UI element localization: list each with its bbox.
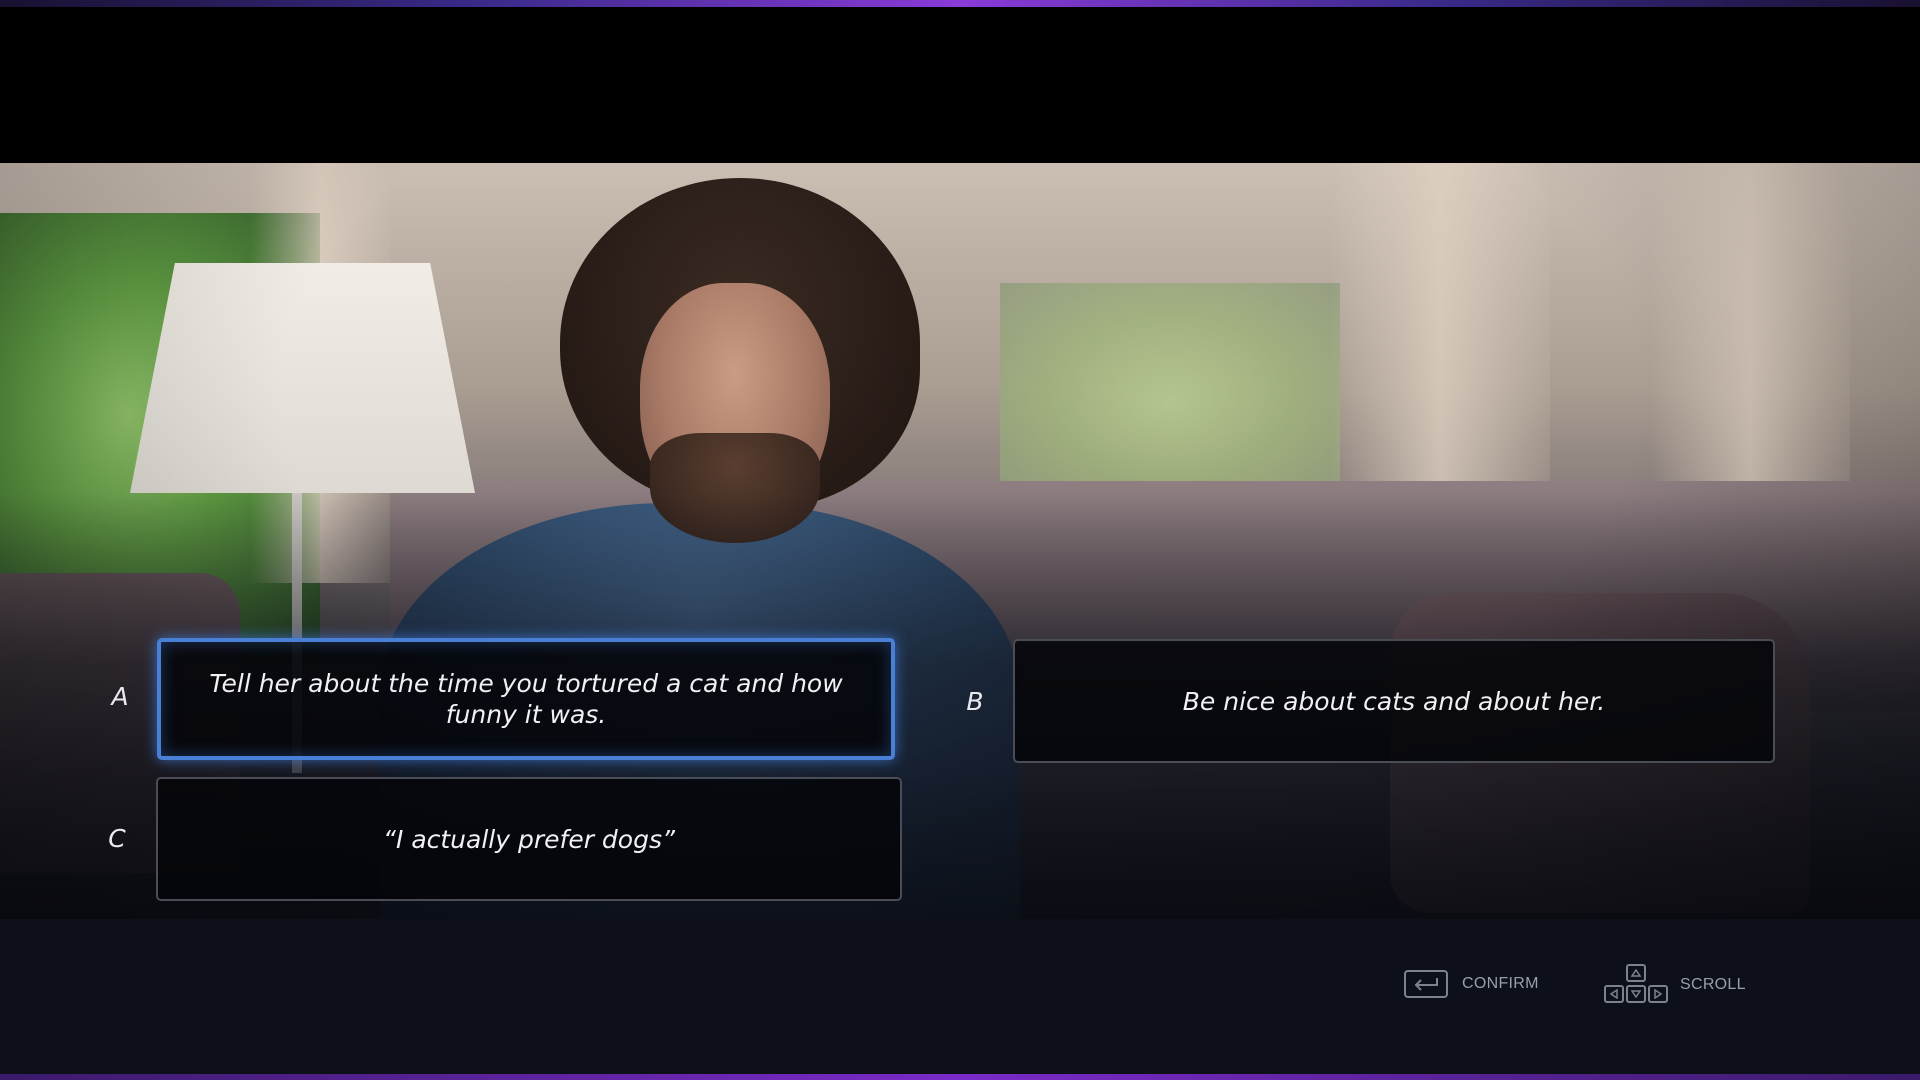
arrow-keys-icon bbox=[1604, 964, 1668, 1006]
choice-c-letter: C bbox=[108, 824, 126, 853]
confirm-label: CONFIRM bbox=[1462, 975, 1539, 992]
arrow-up-icon bbox=[1626, 964, 1646, 982]
enter-key-icon bbox=[1404, 970, 1448, 998]
choice-a-letter: A bbox=[111, 682, 129, 711]
arrow-left-icon bbox=[1604, 985, 1624, 1003]
choice-b-button[interactable]: Be nice about cats and about her. bbox=[1013, 639, 1775, 763]
arrow-down-icon bbox=[1626, 985, 1646, 1003]
choice-b-text: Be nice about cats and about her. bbox=[1182, 686, 1606, 716]
choice-b-letter: B bbox=[966, 687, 984, 716]
choice-a-text: Tell her about the time you tortured a c… bbox=[209, 669, 843, 729]
choice-c-button[interactable]: “I actually prefer dogs” bbox=[156, 777, 902, 901]
confirm-hint[interactable]: CONFIRM bbox=[1404, 970, 1539, 998]
choice-a-button[interactable]: Tell her about the time you tortured a c… bbox=[157, 638, 895, 760]
scroll-hint[interactable]: SCROLL bbox=[1604, 964, 1746, 1006]
arrow-right-icon bbox=[1648, 985, 1668, 1003]
bottom-accent-bar bbox=[0, 1074, 1920, 1080]
scroll-label: SCROLL bbox=[1680, 976, 1746, 993]
choice-c-text: “I actually prefer dogs” bbox=[383, 824, 675, 854]
letterbox-top bbox=[0, 7, 1920, 163]
top-accent-bar bbox=[0, 0, 1920, 7]
